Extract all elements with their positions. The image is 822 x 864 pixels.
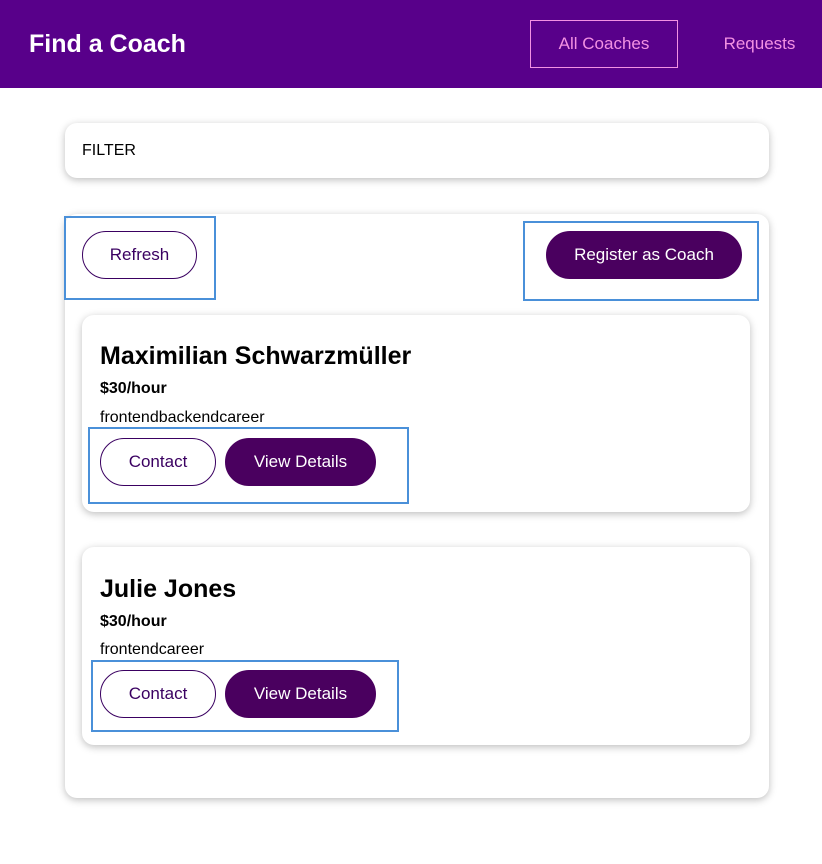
coach-rate: $30/hour [100, 380, 167, 397]
register-coach-button[interactable]: Register as Coach [546, 231, 742, 279]
nav-requests[interactable]: Requests [712, 20, 807, 68]
contact-button[interactable]: Contact [100, 670, 216, 718]
view-details-button[interactable]: View Details [225, 670, 376, 718]
view-details-button[interactable]: View Details [225, 438, 376, 486]
coach-areas: frontendbackendcareer [100, 409, 265, 426]
coach-name: Maximilian Schwarzmüller [100, 342, 412, 370]
contact-button[interactable]: Contact [100, 438, 216, 486]
coach-rate: $30/hour [100, 613, 167, 630]
coach-name: Julie Jones [100, 575, 237, 603]
coach-list-card: Refresh Register as Coach Maximilian Sch… [64, 214, 769, 798]
app-title-link[interactable]: Find a Coach [29, 28, 186, 60]
filter-card: FILTER [65, 123, 769, 178]
coach-item: Maximilian Schwarzmüller $30/hour fronte… [82, 315, 750, 512]
coach-areas: frontendcareer [100, 641, 205, 658]
refresh-button[interactable]: Refresh [82, 231, 197, 279]
coach-item: Julie Jones $30/hour frontendcareer Cont… [82, 547, 750, 745]
filter-label: FILTER [82, 142, 136, 159]
app-header: Find a Coach All Coaches Requests [0, 0, 822, 88]
nav-all-coaches[interactable]: All Coaches [530, 20, 678, 68]
